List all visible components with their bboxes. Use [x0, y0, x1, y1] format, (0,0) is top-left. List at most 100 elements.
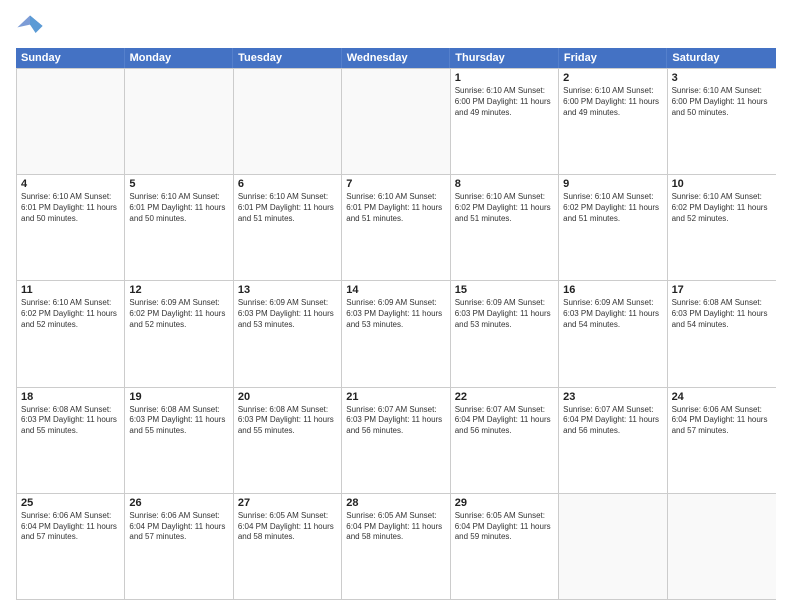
empty-cell — [559, 494, 667, 599]
day-number: 2 — [563, 72, 662, 84]
calendar-row-2: 11 Sunrise: 6:10 AM Sunset: 6:02 PM Dayli… — [17, 280, 776, 386]
day-info: Sunrise: 6:10 AM Sunset: 6:02 PM Dayligh… — [563, 192, 662, 224]
day-cell-12: 12 Sunrise: 6:09 AM Sunset: 6:02 PM Dayli… — [125, 281, 233, 386]
empty-cell — [17, 69, 125, 174]
day-cell-15: 15Sunrise: 6:09 AM Sunset: 6:03 PM Dayli… — [451, 281, 559, 386]
day-number: 3 — [672, 72, 772, 84]
logo — [16, 12, 48, 40]
day-info: Sunrise: 6:09 AM Sunset: 6:02 PM Dayligh… — [129, 298, 228, 330]
day-info: Sunrise: 6:10 AM Sunset: 6:02 PM Dayligh… — [455, 192, 554, 224]
day-number: 29 — [455, 497, 554, 509]
day-header-tuesday: Tuesday — [233, 48, 342, 68]
day-info: Sunrise: 6:10 AM Sunset: 6:00 PM Dayligh… — [672, 86, 772, 118]
day-cell-11: 11 Sunrise: 6:10 AM Sunset: 6:02 PM Dayli… — [17, 281, 125, 386]
day-header-wednesday: Wednesday — [342, 48, 451, 68]
day-info: Sunrise: 6:09 AM Sunset: 6:03 PM Dayligh… — [563, 298, 662, 330]
day-info: Sunrise: 6:09 AM Sunset: 6:03 PM Dayligh… — [455, 298, 554, 330]
day-info: Sunrise: 6:10 AM Sunset: 6:02 PM Dayligh… — [672, 192, 772, 224]
day-number: 8 — [455, 178, 554, 190]
day-info: Sunrise: 6:07 AM Sunset: 6:04 PM Dayligh… — [563, 405, 662, 437]
day-info: Sunrise: 6:08 AM Sunset: 6:03 PM Dayligh… — [238, 405, 337, 437]
calendar-header: SundayMondayTuesdayWednesdayThursdayFrid… — [16, 48, 776, 68]
day-cell-16: 16 Sunrise: 6:09 AM Sunset: 6:03 PM Dayli… — [559, 281, 667, 386]
day-number: 26 — [129, 497, 228, 509]
day-number: 14 — [346, 284, 445, 296]
day-number: 4 — [21, 178, 120, 190]
day-number: 27 — [238, 497, 337, 509]
empty-cell — [342, 69, 450, 174]
day-cell-21: 21 Sunrise: 6:07 AM Sunset: 6:03 PM Dayli… — [342, 388, 450, 493]
day-info: Sunrise: 6:07 AM Sunset: 6:04 PM Dayligh… — [455, 405, 554, 437]
day-header-thursday: Thursday — [450, 48, 559, 68]
calendar: SundayMondayTuesdayWednesdayThursdayFrid… — [16, 48, 776, 600]
day-info: Sunrise: 6:07 AM Sunset: 6:03 PM Dayligh… — [346, 405, 445, 437]
calendar-row-3: 18 Sunrise: 6:08 AM Sunset: 6:03 PM Dayli… — [17, 387, 776, 493]
day-cell-3: 3 Sunrise: 6:10 AM Sunset: 6:00 PM Daylig… — [668, 69, 776, 174]
logo-icon — [16, 12, 44, 40]
day-info: Sunrise: 6:08 AM Sunset: 6:03 PM Dayligh… — [672, 298, 772, 330]
day-number: 11 — [21, 284, 120, 296]
day-info: Sunrise: 6:10 AM Sunset: 6:02 PM Dayligh… — [21, 298, 120, 330]
day-number: 19 — [129, 391, 228, 403]
day-number: 24 — [672, 391, 772, 403]
day-cell-28: 28 Sunrise: 6:05 AM Sunset: 6:04 PM Dayli… — [342, 494, 450, 599]
day-info: Sunrise: 6:09 AM Sunset: 6:03 PM Dayligh… — [346, 298, 445, 330]
day-cell-14: 14 Sunrise: 6:09 AM Sunset: 6:03 PM Dayli… — [342, 281, 450, 386]
day-cell-13: 13Sunrise: 6:09 AM Sunset: 6:03 PM Dayli… — [234, 281, 342, 386]
page: SundayMondayTuesdayWednesdayThursdayFrid… — [0, 0, 792, 612]
calendar-row-0: 1 Sunrise: 6:10 AM Sunset: 6:00 PM Daylig… — [17, 68, 776, 174]
day-number: 23 — [563, 391, 662, 403]
day-cell-9: 9 Sunrise: 6:10 AM Sunset: 6:02 PM Daylig… — [559, 175, 667, 280]
day-cell-1: 1 Sunrise: 6:10 AM Sunset: 6:00 PM Daylig… — [451, 69, 559, 174]
calendar-row-1: 4 Sunrise: 6:10 AM Sunset: 6:01 PM Daylig… — [17, 174, 776, 280]
day-cell-19: 19 Sunrise: 6:08 AM Sunset: 6:03 PM Dayli… — [125, 388, 233, 493]
day-number: 5 — [129, 178, 228, 190]
day-number: 13 — [238, 284, 337, 296]
day-cell-29: 29 Sunrise: 6:05 AM Sunset: 6:04 PM Dayli… — [451, 494, 559, 599]
day-number: 7 — [346, 178, 445, 190]
day-cell-26: 26 Sunrise: 6:06 AM Sunset: 6:04 PM Dayli… — [125, 494, 233, 599]
day-number: 22 — [455, 391, 554, 403]
day-cell-20: 20 Sunrise: 6:08 AM Sunset: 6:03 PM Dayli… — [234, 388, 342, 493]
day-number: 9 — [563, 178, 662, 190]
day-info: Sunrise: 6:08 AM Sunset: 6:03 PM Dayligh… — [129, 405, 228, 437]
day-cell-22: 22 Sunrise: 6:07 AM Sunset: 6:04 PM Dayli… — [451, 388, 559, 493]
day-cell-4: 4Sunrise: 6:10 AM Sunset: 6:01 PM Daylig… — [17, 175, 125, 280]
header — [16, 12, 776, 40]
day-number: 21 — [346, 391, 445, 403]
empty-cell — [125, 69, 233, 174]
day-number: 20 — [238, 391, 337, 403]
day-info: Sunrise: 6:06 AM Sunset: 6:04 PM Dayligh… — [672, 405, 772, 437]
day-cell-6: 6 Sunrise: 6:10 AM Sunset: 6:01 PM Daylig… — [234, 175, 342, 280]
day-cell-18: 18Sunrise: 6:08 AM Sunset: 6:03 PM Dayli… — [17, 388, 125, 493]
day-info: Sunrise: 6:06 AM Sunset: 6:04 PM Dayligh… — [21, 511, 120, 543]
day-number: 16 — [563, 284, 662, 296]
day-header-sunday: Sunday — [16, 48, 125, 68]
day-number: 1 — [455, 72, 554, 84]
calendar-row-4: 25 Sunrise: 6:06 AM Sunset: 6:04 PM Dayli… — [17, 493, 776, 599]
day-cell-23: 23 Sunrise: 6:07 AM Sunset: 6:04 PM Dayli… — [559, 388, 667, 493]
empty-cell — [668, 494, 776, 599]
day-cell-24: 24 Sunrise: 6:06 AM Sunset: 6:04 PM Dayli… — [668, 388, 776, 493]
day-info: Sunrise: 6:05 AM Sunset: 6:04 PM Dayligh… — [455, 511, 554, 543]
day-cell-10: 10Sunrise: 6:10 AM Sunset: 6:02 PM Dayli… — [668, 175, 776, 280]
day-number: 28 — [346, 497, 445, 509]
day-info: Sunrise: 6:10 AM Sunset: 6:00 PM Dayligh… — [563, 86, 662, 118]
day-number: 17 — [672, 284, 772, 296]
day-info: Sunrise: 6:05 AM Sunset: 6:04 PM Dayligh… — [238, 511, 337, 543]
day-number: 25 — [21, 497, 120, 509]
day-cell-8: 8 Sunrise: 6:10 AM Sunset: 6:02 PM Daylig… — [451, 175, 559, 280]
day-number: 6 — [238, 178, 337, 190]
day-number: 18 — [21, 391, 120, 403]
day-number: 12 — [129, 284, 228, 296]
day-info: Sunrise: 6:10 AM Sunset: 6:01 PM Dayligh… — [238, 192, 337, 224]
day-header-saturday: Saturday — [667, 48, 776, 68]
day-info: Sunrise: 6:10 AM Sunset: 6:00 PM Dayligh… — [455, 86, 554, 118]
day-cell-7: 7Sunrise: 6:10 AM Sunset: 6:01 PM Daylig… — [342, 175, 450, 280]
day-cell-25: 25 Sunrise: 6:06 AM Sunset: 6:04 PM Dayli… — [17, 494, 125, 599]
day-header-monday: Monday — [125, 48, 234, 68]
day-info: Sunrise: 6:06 AM Sunset: 6:04 PM Dayligh… — [129, 511, 228, 543]
day-cell-2: 2 Sunrise: 6:10 AM Sunset: 6:00 PM Daylig… — [559, 69, 667, 174]
day-info: Sunrise: 6:05 AM Sunset: 6:04 PM Dayligh… — [346, 511, 445, 543]
day-cell-5: 5Sunrise: 6:10 AM Sunset: 6:01 PM Daylig… — [125, 175, 233, 280]
